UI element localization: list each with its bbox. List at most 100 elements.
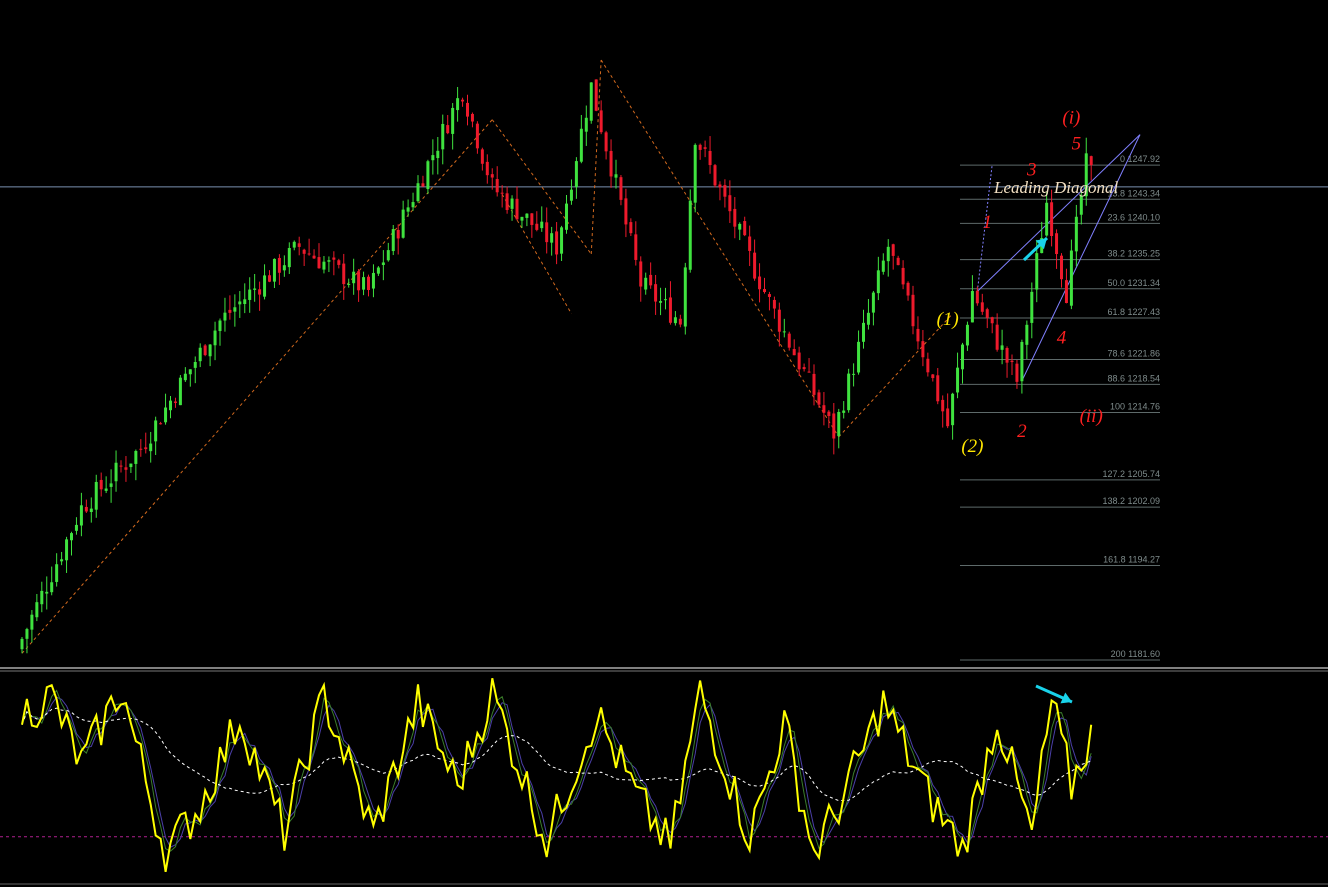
candle-body bbox=[347, 283, 351, 285]
fib-level-label: 88.6 1218.54 bbox=[1107, 373, 1160, 383]
candle-body bbox=[386, 250, 390, 261]
candle-body bbox=[708, 150, 712, 166]
wave-label: (1) bbox=[937, 309, 959, 330]
candle-body bbox=[797, 352, 801, 370]
wave-label: 4 bbox=[1057, 328, 1067, 349]
candle-body bbox=[431, 155, 435, 161]
candle-body bbox=[396, 229, 400, 239]
candle-body bbox=[1060, 255, 1063, 280]
candle-body bbox=[787, 333, 791, 348]
candle-body bbox=[208, 344, 212, 357]
candle-body bbox=[599, 110, 603, 133]
candle-body bbox=[1074, 216, 1078, 252]
price-chart: 0 1247.9213.8 1243.3423.6 1240.1038.2 12… bbox=[0, 0, 1328, 887]
candle-body bbox=[857, 341, 861, 373]
candle-body bbox=[545, 222, 549, 243]
candle-body bbox=[594, 79, 598, 111]
candle-body bbox=[238, 301, 242, 305]
candle-body bbox=[416, 183, 420, 202]
candle-body bbox=[60, 559, 64, 562]
candle-body bbox=[94, 481, 98, 510]
candle-body bbox=[154, 420, 158, 442]
candle-body bbox=[961, 344, 964, 370]
fib-level-label: 38.2 1235.25 bbox=[1107, 249, 1160, 259]
candle-body bbox=[827, 411, 831, 417]
candle-body bbox=[614, 174, 618, 178]
candle-body bbox=[866, 312, 870, 325]
wave-label: 2 bbox=[1017, 421, 1027, 442]
candle-body bbox=[188, 369, 192, 375]
candle-body bbox=[951, 393, 955, 426]
candle-body bbox=[198, 347, 202, 362]
candle-body bbox=[109, 483, 113, 487]
candle-body bbox=[1020, 341, 1024, 382]
candle-body bbox=[931, 374, 935, 379]
candle-body bbox=[466, 102, 469, 117]
candle-body bbox=[990, 317, 994, 324]
candle-body bbox=[664, 299, 667, 301]
candle-body bbox=[634, 234, 638, 260]
candle-body bbox=[901, 267, 905, 285]
candle-body bbox=[862, 322, 865, 342]
fib-level-label: 78.6 1221.86 bbox=[1107, 349, 1160, 359]
candle-body bbox=[802, 367, 806, 370]
fib-level-label: 161.8 1194.27 bbox=[1103, 554, 1160, 564]
candle-body bbox=[718, 184, 722, 188]
wave-label: (i) bbox=[1062, 107, 1080, 128]
candle-body bbox=[505, 193, 509, 211]
candle-body bbox=[436, 150, 440, 159]
candle-body bbox=[258, 289, 262, 295]
candle-body bbox=[624, 198, 628, 225]
candle-body bbox=[936, 375, 940, 402]
candle-body bbox=[287, 248, 291, 268]
candle-body bbox=[307, 253, 311, 255]
candle-body bbox=[956, 367, 960, 393]
candle-body bbox=[941, 399, 945, 412]
wave-label: (ii) bbox=[1080, 406, 1103, 427]
candle-body bbox=[1025, 324, 1029, 345]
candle-body bbox=[327, 260, 331, 262]
candle-body bbox=[743, 221, 747, 236]
candle-body bbox=[728, 195, 732, 212]
candle-body bbox=[659, 301, 663, 303]
candle-body bbox=[213, 330, 217, 346]
candle-body bbox=[654, 284, 658, 302]
candle-body bbox=[193, 362, 197, 368]
candle-body bbox=[441, 123, 445, 150]
candle-body bbox=[560, 227, 564, 254]
candle-body bbox=[550, 233, 554, 243]
candle-body bbox=[871, 292, 875, 313]
candle-body bbox=[391, 229, 395, 252]
candle-body bbox=[268, 275, 271, 282]
candle-body bbox=[975, 290, 979, 304]
candle-body bbox=[30, 614, 34, 630]
candle-body bbox=[619, 177, 623, 200]
candle-body bbox=[881, 260, 885, 272]
candle-body bbox=[1045, 202, 1049, 236]
candle-body bbox=[263, 275, 267, 297]
candle-body bbox=[970, 291, 974, 323]
candle-body bbox=[159, 423, 163, 425]
candle-body bbox=[129, 463, 133, 468]
fib-level-label: 138.2 1202.09 bbox=[1102, 496, 1160, 506]
candle-body bbox=[693, 144, 697, 203]
candle-body bbox=[173, 401, 177, 403]
candle-body bbox=[965, 324, 969, 346]
candle-body bbox=[520, 216, 524, 221]
candle-body bbox=[1055, 233, 1059, 255]
candle-body bbox=[376, 267, 380, 274]
candle-body bbox=[104, 488, 108, 491]
candle-body bbox=[604, 132, 608, 152]
candle-body bbox=[124, 467, 128, 470]
candle-body bbox=[1050, 202, 1054, 236]
fib-level-label: 50.0 1231.34 bbox=[1107, 278, 1160, 288]
candle-body bbox=[649, 274, 653, 286]
candle-body bbox=[55, 564, 59, 582]
candle-body bbox=[297, 243, 301, 247]
candle-body bbox=[753, 252, 757, 279]
candle-body bbox=[203, 345, 207, 356]
candle-body bbox=[639, 261, 643, 287]
candle-body bbox=[817, 392, 821, 405]
candle-body bbox=[84, 506, 88, 512]
candle-body bbox=[713, 165, 717, 186]
